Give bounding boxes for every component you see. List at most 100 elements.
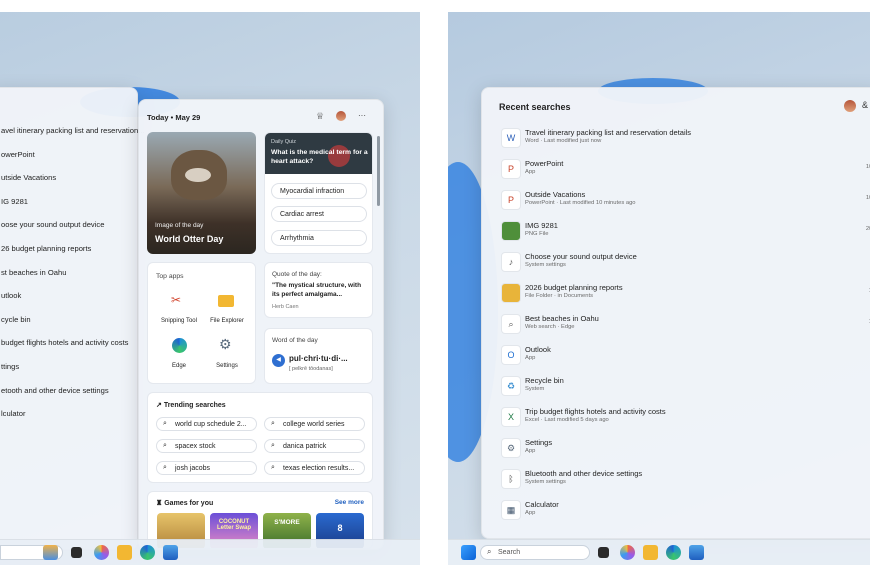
quiz-option-1[interactable]: Myocardial infraction <box>271 183 367 199</box>
app-label-file-explorer[interactable]: File Explorer <box>202 318 252 324</box>
word-pronunciation: [ pelkrē tōodanas] <box>289 366 333 372</box>
games-title: ♜ Games for you <box>156 500 214 507</box>
recent-search-subtitle: Excel · Last modified 5 days ago <box>525 417 609 423</box>
recent-search-subtitle: File Folder · in Documents <box>525 293 593 299</box>
left-list-item[interactable]: owerPoint <box>1 150 35 159</box>
recent-search-row[interactable]: P PowerPointApp 10 mi <box>496 154 870 185</box>
recent-search-row[interactable]: P Outside Vacations PowerPoint · Last modi… <box>496 185 870 216</box>
recent-search-title: 2026 budget planning reports <box>525 283 623 292</box>
file-explorer-icon[interactable] <box>643 545 658 560</box>
recent-search-row[interactable]: ⌕Best beaches in OahuWeb search · Edge10… <box>496 309 870 340</box>
recent-search-title: Choose your sound output device <box>525 252 637 261</box>
task-view-icon[interactable] <box>598 547 609 558</box>
recent-search-row[interactable]: ᛒ Bluetooth and other device settings Syst… <box>496 464 870 495</box>
trending-item-6[interactable]: ⌕ texas election results... <box>264 461 365 475</box>
search-icon: ⌕ <box>271 442 275 449</box>
recent-search-row[interactable]: 2026 budget planning reports File Folder … <box>496 278 870 309</box>
otter-muzzle-shape <box>185 168 211 182</box>
recent-search-row[interactable]: O Outlook App <box>496 340 870 371</box>
edge-icon[interactable] <box>172 338 187 353</box>
app-label-settings[interactable]: Settings <box>202 363 252 369</box>
left-list-item[interactable]: utside Vacations <box>1 173 56 182</box>
word-icon: W <box>501 128 521 148</box>
trending-title: ↗ Trending searches <box>156 402 226 409</box>
widgets-date: Today • May 29 <box>147 113 201 122</box>
snipping-tool-icon[interactable]: ✂ <box>171 293 181 307</box>
quiz-label: Daily Quiz <box>271 139 297 145</box>
quiz-option-2[interactable]: Cardiac arrest <box>271 206 367 222</box>
word-text: pul·chri·tu·di·... <box>289 354 348 363</box>
store-icon[interactable] <box>689 545 704 560</box>
word-of-day-card[interactable]: Word of the day ◀ pul·chri·tu·di·... [ p… <box>264 328 373 384</box>
search-list-panel: avel itinerary packing list and reservat… <box>0 87 145 550</box>
quiz-option-3[interactable]: Arrhythmia <box>271 230 367 246</box>
trending-item-3[interactable]: ⌕ spacex stock <box>156 439 257 453</box>
word-label: Word of the day <box>272 337 318 344</box>
left-list-item[interactable]: lculator <box>1 409 25 418</box>
left-list-item[interactable]: 26 budget planning reports <box>1 244 91 253</box>
recent-search-title: Trip budget flights hotels and activity … <box>525 407 666 416</box>
task-view-icon[interactable] <box>71 547 82 558</box>
recent-search-row[interactable]: ♻Recycle binSystem2 <box>496 371 870 402</box>
search-icon: ⌕ <box>487 547 492 556</box>
recent-search-row[interactable]: ▦CalculatorApp2 w <box>496 495 870 526</box>
edge-icon[interactable] <box>666 545 681 560</box>
avatar[interactable] <box>336 111 346 121</box>
quote-card[interactable]: Quote of the day: "The mystical structur… <box>264 262 373 318</box>
left-list-item[interactable]: budget flights hotels and activity costs <box>1 338 128 347</box>
speaker-icon[interactable]: ◀ <box>272 354 285 367</box>
app-label-edge[interactable]: Edge <box>154 363 204 369</box>
left-list-item[interactable]: st beaches in Oahu <box>1 268 66 277</box>
trophy-icon[interactable]: ♕ <box>316 111 324 122</box>
people-icon[interactable]: & <box>862 100 868 110</box>
file-explorer-icon[interactable] <box>218 295 234 307</box>
speaker-icon: ♪ <box>501 252 521 272</box>
recent-search-subtitle: PowerPoint · Last modified 10 minutes ag… <box>525 200 636 206</box>
copilot-icon[interactable] <box>94 545 109 560</box>
left-list-item[interactable]: cycle bin <box>1 315 31 324</box>
recent-search-row[interactable]: W Travel itinerary packing list and reser… <box>496 123 870 154</box>
bluetooth-icon: ᛒ <box>501 469 521 489</box>
left-list-item[interactable]: ttings <box>1 362 19 371</box>
recent-search-row[interactable]: X Trip budget flights hotels and activity… <box>496 402 870 433</box>
quote-label: Quote of the day: <box>272 271 322 278</box>
more-options-button[interactable]: ··· <box>358 111 366 120</box>
trending-item-4[interactable]: ⌕ danica patrick <box>264 439 365 453</box>
left-list-item[interactable]: oose your sound output device <box>1 220 104 229</box>
app-label-snipping[interactable]: Snipping Tool <box>154 318 204 324</box>
left-list-item[interactable]: utlook <box>1 291 21 300</box>
widgets-panel: Today • May 29 ♕ ··· Image of the day Wo… <box>138 99 384 550</box>
otter-image-card[interactable]: Image of the day World Otter Day <box>147 132 256 254</box>
start-icon[interactable] <box>461 545 476 560</box>
left-list-item[interactable]: avel itinerary packing list and reservat… <box>1 126 145 135</box>
recent-search-row[interactable]: ♪ Choose your sound output device System s… <box>496 247 870 278</box>
file-explorer-icon[interactable] <box>117 545 132 560</box>
recent-search-row[interactable]: IMG 9281PNG File 20 mi <box>496 216 870 247</box>
see-more-link[interactable]: See more <box>335 499 364 506</box>
recent-search-time: 20 mi <box>865 226 870 232</box>
copilot-icon[interactable] <box>620 545 635 560</box>
trending-item-2[interactable]: ⌕ college world series <box>264 417 365 431</box>
recent-search-subtitle: App <box>525 448 536 454</box>
store-icon[interactable] <box>163 545 178 560</box>
trending-title-text: Trending searches <box>163 402 226 409</box>
settings-gear-icon[interactable]: ⚙ <box>219 336 232 353</box>
recent-searches-title: Recent searches <box>499 102 571 112</box>
edge-icon[interactable] <box>140 545 155 560</box>
recent-search-row[interactable]: ⚙SettingsApp1 <box>496 433 870 464</box>
recent-search-title: Outlook <box>525 345 551 354</box>
folder-icon <box>501 283 521 303</box>
left-list-item[interactable]: IG 9281 <box>1 197 28 206</box>
taskbar-search-box[interactable]: ⌕ Search <box>480 545 590 560</box>
recent-search-time: 10 mi <box>865 195 870 201</box>
widgets-scrollbar[interactable] <box>377 136 380 206</box>
trending-item-5[interactable]: ⌕ josh jacobs <box>156 461 257 475</box>
quiz-question: What is the medical term for a heart att… <box>271 149 368 165</box>
left-list-item[interactable]: etooth and other device settings <box>1 386 109 395</box>
trending-item-1[interactable]: ⌕ world cup schedule 2... <box>156 417 257 431</box>
avatar[interactable] <box>844 100 856 112</box>
recent-searches-panel: Recent searches & W Travel itinerary pack… <box>481 87 870 539</box>
recent-search-subtitle: Word · Last modified just now <box>525 138 602 144</box>
search-highlight-icon[interactable] <box>43 545 58 560</box>
right-screenshot: Recent searches & W Travel itinerary pack… <box>448 12 870 565</box>
